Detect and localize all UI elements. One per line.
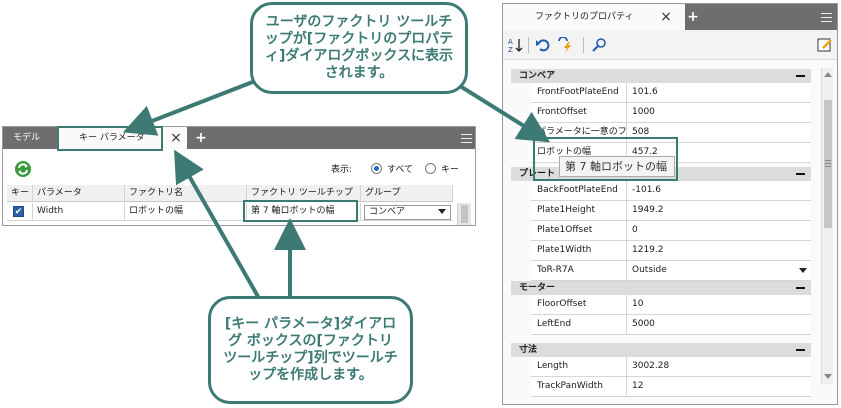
arrow-to-robot-width — [458, 84, 551, 143]
callout-top-text: ユーザのファクトリ ツールチップが[ファクトリのプロパティ]ダイアログボックスに… — [264, 14, 454, 81]
callout-top: ユーザのファクトリ ツールチップが[ファクトリのプロパティ]ダイアログボックスに… — [250, 2, 468, 94]
arrow-to-tab-from-bottom — [174, 149, 262, 301]
arrow-to-tab — [122, 74, 269, 136]
callout-bottom: [キー パラメータ]ダイアログ ボックスの[ファクトリ ツールチップ]列でツール… — [208, 296, 413, 404]
callout-bottom-text: [キー パラメータ]ダイアログ ボックスの[ファクトリ ツールチップ]列でツール… — [223, 316, 398, 383]
